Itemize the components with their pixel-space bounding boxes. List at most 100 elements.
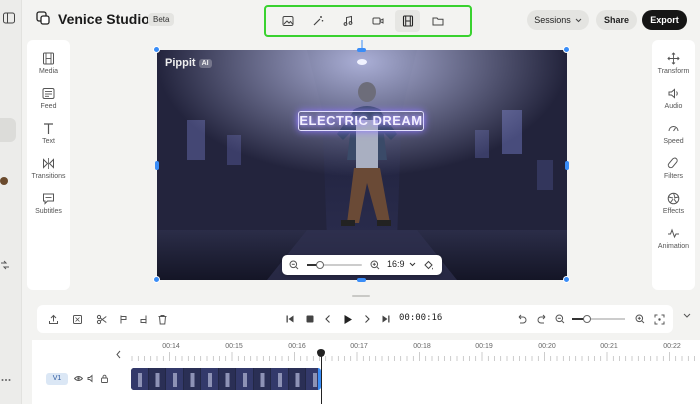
music-tool-button[interactable] bbox=[335, 10, 360, 32]
speaker-icon bbox=[668, 88, 678, 99]
video-preview[interactable]: Pippit AI ELECTRIC DREAM bbox=[157, 50, 567, 280]
ruler-label: 00:22 bbox=[663, 343, 681, 350]
ruler-label: 00:20 bbox=[538, 343, 556, 350]
stop-button[interactable] bbox=[303, 312, 317, 326]
rotate-handle-icon[interactable] bbox=[359, 40, 365, 48]
transform-label: Transform bbox=[657, 68, 690, 75]
stop-icon bbox=[306, 315, 314, 323]
skip-start-button[interactable] bbox=[283, 312, 297, 326]
magic-tool-button[interactable] bbox=[305, 10, 330, 32]
timeline-zoom-knob[interactable] bbox=[583, 315, 591, 323]
watermark-text: Pippit bbox=[165, 57, 196, 69]
redo-icon bbox=[537, 314, 545, 323]
next-frame-button[interactable] bbox=[360, 312, 374, 326]
undo-button[interactable] bbox=[514, 312, 528, 326]
timeline-zoom-out-button[interactable] bbox=[553, 312, 567, 326]
zoom-in-icon bbox=[635, 314, 645, 324]
resize-handle-right[interactable] bbox=[565, 161, 569, 170]
zoom-slider-knob[interactable] bbox=[316, 261, 324, 269]
clip-thumbnails bbox=[131, 368, 318, 390]
previous-frame-button[interactable] bbox=[321, 312, 335, 326]
lock-icon[interactable] bbox=[100, 374, 109, 383]
aspect-ratio-select[interactable]: 16:9 bbox=[387, 259, 416, 269]
ruler-label: 00:17 bbox=[350, 343, 368, 350]
zoom-in-icon[interactable] bbox=[370, 260, 380, 270]
ruler-label: 00:21 bbox=[600, 343, 618, 350]
resize-handle-top-right[interactable] bbox=[563, 46, 570, 53]
speaker-icon[interactable] bbox=[87, 374, 96, 383]
film-strip-icon bbox=[43, 52, 54, 65]
ruler-label: 00:18 bbox=[413, 343, 431, 350]
image-tool-button[interactable] bbox=[275, 10, 300, 32]
right-tool-panel: Transform Audio Speed Filters Effects An… bbox=[652, 40, 695, 290]
background-fill-icon[interactable] bbox=[423, 260, 434, 271]
animation-label: Animation bbox=[657, 243, 690, 250]
video-clip[interactable] bbox=[131, 368, 321, 390]
zoom-out-icon[interactable] bbox=[289, 260, 299, 270]
subtitles-nav-item[interactable]: Subtitles bbox=[27, 192, 70, 215]
preview-zoom-bar: 16:9 bbox=[282, 255, 442, 275]
watermark-ai-badge: AI bbox=[198, 58, 212, 68]
animation-nav-item[interactable]: Animation bbox=[652, 227, 695, 250]
folder-icon bbox=[432, 17, 443, 26]
delete-button[interactable] bbox=[155, 312, 169, 326]
rail-more-icon[interactable] bbox=[1, 378, 11, 382]
play-icon bbox=[344, 314, 352, 324]
timeline-zoom-in-button[interactable] bbox=[633, 312, 647, 326]
skip-end-icon bbox=[382, 315, 390, 323]
playhead-line bbox=[321, 352, 322, 404]
crop-button[interactable] bbox=[70, 312, 84, 326]
panel-resize-grip[interactable] bbox=[352, 295, 370, 297]
resize-handle-left[interactable] bbox=[155, 161, 159, 170]
fit-timeline-button[interactable] bbox=[652, 312, 666, 326]
eye-icon[interactable] bbox=[74, 374, 83, 383]
resize-handle-top[interactable] bbox=[357, 48, 366, 52]
rail-avatar-icon[interactable] bbox=[0, 175, 10, 187]
feed-icon bbox=[42, 88, 55, 99]
trim-right-button[interactable] bbox=[136, 312, 150, 326]
speedometer-icon bbox=[668, 126, 679, 132]
redo-button[interactable] bbox=[535, 312, 549, 326]
export-button[interactable]: Export bbox=[642, 10, 687, 30]
subtitles-icon bbox=[43, 193, 54, 205]
pippit-watermark: Pippit AI bbox=[165, 57, 212, 69]
split-button[interactable] bbox=[94, 312, 108, 326]
skip-end-button[interactable] bbox=[379, 312, 393, 326]
resize-handle-bottom-right[interactable] bbox=[563, 276, 570, 283]
audio-nav-item[interactable]: Audio bbox=[652, 87, 695, 110]
chevron-left-icon bbox=[325, 315, 330, 323]
app-logo-icon bbox=[36, 11, 50, 25]
effects-nav-item[interactable]: Effects bbox=[652, 192, 695, 215]
video-camera-icon bbox=[372, 17, 383, 25]
trim-left-button[interactable] bbox=[116, 312, 130, 326]
share-button[interactable]: Share bbox=[596, 10, 637, 30]
rail-selected-item[interactable] bbox=[0, 118, 16, 142]
filters-nav-item[interactable]: Filters bbox=[652, 157, 695, 180]
rail-link-icon[interactable] bbox=[0, 260, 10, 270]
feed-nav-item[interactable]: Feed bbox=[27, 87, 70, 110]
text-label: Text bbox=[42, 138, 55, 145]
neon-sign: ELECTRIC DREAM bbox=[298, 111, 424, 131]
sessions-dropdown[interactable]: Sessions bbox=[527, 10, 589, 30]
speed-nav-item[interactable]: Speed bbox=[652, 122, 695, 145]
timeline-toolbar: 00:00:16 bbox=[37, 305, 673, 333]
play-button[interactable] bbox=[340, 312, 354, 326]
resize-handle-top-left[interactable] bbox=[153, 46, 160, 53]
resize-handle-bottom[interactable] bbox=[357, 278, 366, 282]
media-nav-item[interactable]: Media bbox=[27, 52, 70, 75]
feed-label: Feed bbox=[40, 103, 57, 110]
film-tool-button[interactable] bbox=[395, 10, 420, 32]
app-rail bbox=[0, 0, 22, 404]
track-label-v1[interactable]: V1 bbox=[46, 373, 68, 385]
sidebar-toggle-icon[interactable] bbox=[3, 12, 15, 24]
transform-nav-item[interactable]: Transform bbox=[652, 52, 695, 75]
trim-left-icon bbox=[120, 315, 126, 323]
transitions-nav-item[interactable]: Transitions bbox=[27, 157, 70, 180]
collapse-timeline-icon[interactable] bbox=[683, 313, 691, 319]
resize-handle-bottom-left[interactable] bbox=[153, 276, 160, 283]
folder-tool-button[interactable] bbox=[425, 10, 450, 32]
text-nav-item[interactable]: Text bbox=[27, 122, 70, 145]
video-tool-button[interactable] bbox=[365, 10, 390, 32]
effects-label: Effects bbox=[662, 208, 685, 215]
upload-button[interactable] bbox=[46, 312, 60, 326]
